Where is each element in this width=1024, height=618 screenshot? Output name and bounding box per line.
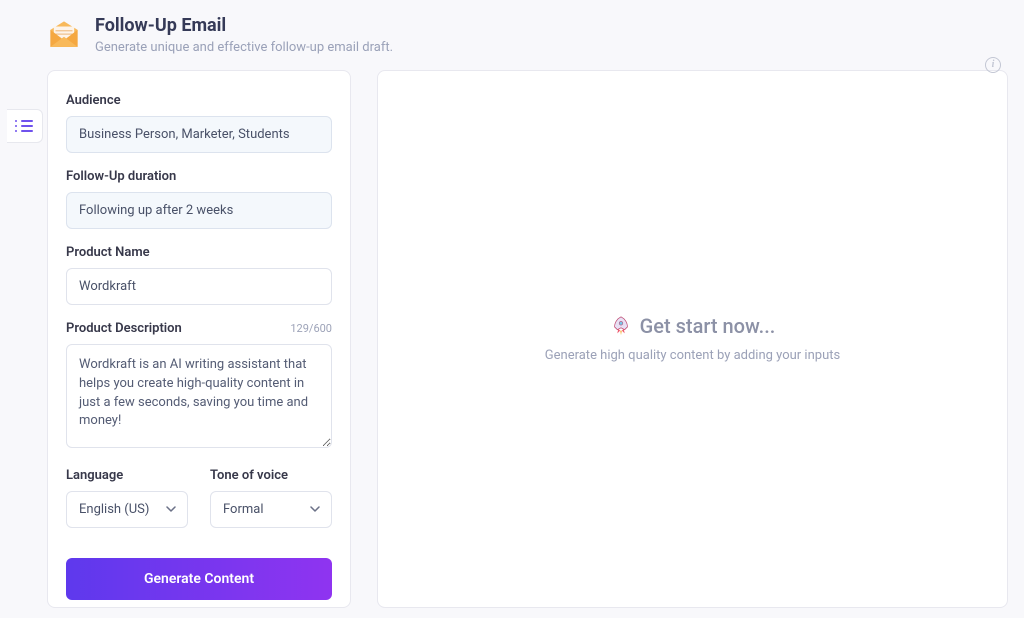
page-title: Follow-Up Email <box>95 14 393 37</box>
language-label: Language <box>66 468 188 483</box>
generate-content-button[interactable]: Generate Content <box>66 558 332 600</box>
page-subtitle: Generate unique and effective follow-up … <box>95 38 393 58</box>
output-empty-title: Get start now... <box>610 314 776 338</box>
output-title-text: Get start now... <box>640 314 776 338</box>
page-header: Follow-Up Email Generate unique and effe… <box>0 0 1024 70</box>
product-description-textarea[interactable] <box>66 344 332 448</box>
output-panel: i Get start now... Generate high quality… <box>377 70 1008 608</box>
input-panel: Audience Follow-Up duration Product Name… <box>47 70 351 608</box>
sidebar-toggle-button[interactable] <box>7 109 43 143</box>
product-name-label: Product Name <box>66 245 332 260</box>
tone-label: Tone of voice <box>210 468 332 483</box>
field-tone: Tone of voice Formal <box>210 468 332 528</box>
field-product-name: Product Name <box>66 245 332 305</box>
product-name-input[interactable] <box>66 268 332 305</box>
field-followup-duration: Follow-Up duration <box>66 169 332 229</box>
rocket-icon <box>610 315 632 337</box>
audience-input[interactable] <box>66 116 332 153</box>
field-product-description: Product Description 129/600 <box>66 321 332 452</box>
char-counter: 129/600 <box>290 322 332 335</box>
audience-label: Audience <box>66 93 332 108</box>
followup-duration-input[interactable] <box>66 192 332 229</box>
tone-select[interactable]: Formal <box>210 491 332 528</box>
output-empty-subtitle: Generate high quality content by adding … <box>545 348 840 363</box>
envelope-icon <box>47 18 81 52</box>
info-icon[interactable]: i <box>985 57 1001 73</box>
field-audience: Audience <box>66 93 332 153</box>
list-icon <box>17 120 33 132</box>
language-select[interactable]: English (US) <box>66 491 188 528</box>
field-language: Language English (US) <box>66 468 188 528</box>
followup-duration-label: Follow-Up duration <box>66 169 332 184</box>
product-description-label: Product Description <box>66 321 182 336</box>
